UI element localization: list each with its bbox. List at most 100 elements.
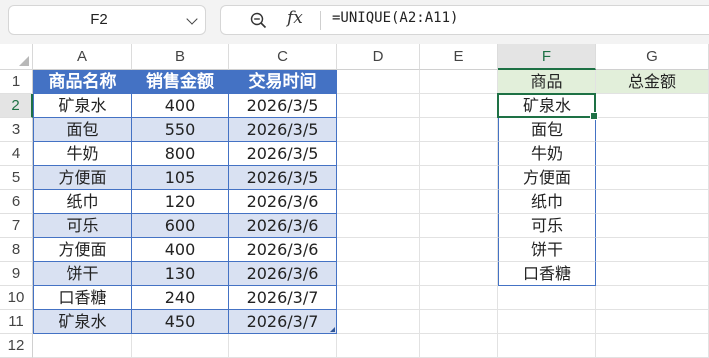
table-cell[interactable]: 2026/3/6 [229, 262, 337, 286]
cell-e1[interactable] [420, 70, 498, 94]
function-icon[interactable]: fx [287, 8, 303, 28]
cell-d5[interactable] [337, 166, 420, 190]
table-cell[interactable]: 矿泉水 [33, 94, 132, 118]
table-cell[interactable]: 120 [132, 190, 229, 214]
cell-g3[interactable] [596, 118, 709, 142]
table-cell[interactable]: 105 [132, 166, 229, 190]
table-cell[interactable]: 130 [132, 262, 229, 286]
cell-e3[interactable] [420, 118, 498, 142]
cell-d8[interactable] [337, 238, 420, 262]
table-cell[interactable]: 400 [132, 238, 229, 262]
cell-f11[interactable] [498, 310, 596, 334]
cell-e6[interactable] [420, 190, 498, 214]
cell-g9[interactable] [596, 262, 709, 286]
name-box[interactable]: F2 [8, 5, 206, 35]
table-resize-handle[interactable] [330, 327, 335, 332]
spill-cell[interactable]: 口香糖 [498, 262, 596, 286]
summary-header-cell[interactable]: 商品 [498, 70, 596, 94]
table-cell[interactable]: 800 [132, 142, 229, 166]
row-header-10[interactable]: 10 [0, 286, 33, 310]
table-cell[interactable]: 2026/3/5 [229, 94, 337, 118]
row-header-12[interactable]: 12 [0, 334, 33, 358]
table-cell[interactable]: 面包 [33, 118, 132, 142]
table-cell[interactable]: 口香糖 [33, 286, 132, 310]
table-cell[interactable]: 2026/3/7 [229, 286, 337, 310]
cell-e8[interactable] [420, 238, 498, 262]
row-header-9[interactable]: 9 [0, 262, 33, 286]
table-header-cell[interactable]: 交易时间 [229, 70, 337, 94]
spill-cell[interactable]: 可乐 [498, 214, 596, 238]
spill-cell[interactable]: 矿泉水 [498, 94, 596, 118]
spill-cell[interactable]: 纸巾 [498, 190, 596, 214]
cell-d2[interactable] [337, 94, 420, 118]
cell-g7[interactable] [596, 214, 709, 238]
cell-d10[interactable] [337, 286, 420, 310]
spill-cell[interactable]: 饼干 [498, 238, 596, 262]
cell-e7[interactable] [420, 214, 498, 238]
cell-e2[interactable] [420, 94, 498, 118]
cell-g6[interactable] [596, 190, 709, 214]
column-header-e[interactable]: E [420, 44, 498, 70]
column-header-f[interactable]: F [498, 44, 596, 70]
table-cell[interactable]: 矿泉水 [33, 310, 132, 334]
table-cell[interactable]: 2026/3/5 [229, 142, 337, 166]
row-header-11[interactable]: 11 [0, 310, 33, 334]
table-cell[interactable]: 饼干 [33, 262, 132, 286]
column-header-b[interactable]: B [132, 44, 229, 70]
cell-e12[interactable] [420, 334, 498, 358]
row-header-1[interactable]: 1 [0, 70, 33, 94]
cell-f12[interactable] [498, 334, 596, 358]
cell-d6[interactable] [337, 190, 420, 214]
spill-cell[interactable]: 方便面 [498, 166, 596, 190]
cell-d12[interactable] [337, 334, 420, 358]
formula-input[interactable]: =UNIQUE(A2:A11) [332, 10, 458, 26]
table-header-cell[interactable]: 商品名称 [33, 70, 132, 94]
table-cell[interactable]: 方便面 [33, 166, 132, 190]
column-header-g[interactable]: G [596, 44, 709, 70]
row-header-7[interactable]: 7 [0, 214, 33, 238]
table-cell[interactable]: 2026/3/5 [229, 118, 337, 142]
cell-e4[interactable] [420, 142, 498, 166]
table-cell[interactable]: 纸巾 [33, 190, 132, 214]
cell-b12[interactable] [132, 334, 229, 358]
table-cell[interactable]: 2026/3/6 [229, 214, 337, 238]
cell-d1[interactable] [337, 70, 420, 94]
cell-g4[interactable] [596, 142, 709, 166]
table-cell[interactable]: 2026/3/5 [229, 166, 337, 190]
cell-e10[interactable] [420, 286, 498, 310]
cell-d11[interactable] [337, 310, 420, 334]
row-header-6[interactable]: 6 [0, 190, 33, 214]
table-cell[interactable]: 2026/3/7 [229, 310, 337, 334]
row-header-8[interactable]: 8 [0, 238, 33, 262]
cell-g5[interactable] [596, 166, 709, 190]
cell-a12[interactable] [33, 334, 132, 358]
table-cell[interactable]: 450 [132, 310, 229, 334]
cell-g8[interactable] [596, 238, 709, 262]
column-header-a[interactable]: A [33, 44, 132, 70]
column-header-c[interactable]: C [229, 44, 337, 70]
zoom-icon[interactable] [250, 12, 267, 29]
cell-d3[interactable] [337, 118, 420, 142]
table-cell[interactable]: 方便面 [33, 238, 132, 262]
cell-d9[interactable] [337, 262, 420, 286]
table-cell[interactable]: 2026/3/6 [229, 190, 337, 214]
row-header-4[interactable]: 4 [0, 142, 33, 166]
column-header-d[interactable]: D [337, 44, 420, 70]
row-header-3[interactable]: 3 [0, 118, 33, 142]
cell-g11[interactable] [596, 310, 709, 334]
table-cell[interactable]: 600 [132, 214, 229, 238]
table-cell[interactable]: 牛奶 [33, 142, 132, 166]
cell-d7[interactable] [337, 214, 420, 238]
cell-e11[interactable] [420, 310, 498, 334]
summary-header-cell[interactable]: 总金额 [596, 70, 709, 94]
table-cell[interactable]: 400 [132, 94, 229, 118]
select-all-corner[interactable] [0, 44, 33, 70]
cell-c12[interactable] [229, 334, 337, 358]
spill-cell[interactable]: 牛奶 [498, 142, 596, 166]
cell-g12[interactable] [596, 334, 709, 358]
table-cell[interactable]: 550 [132, 118, 229, 142]
table-cell[interactable]: 2026/3/6 [229, 238, 337, 262]
cell-d4[interactable] [337, 142, 420, 166]
table-cell[interactable]: 240 [132, 286, 229, 310]
cell-g10[interactable] [596, 286, 709, 310]
